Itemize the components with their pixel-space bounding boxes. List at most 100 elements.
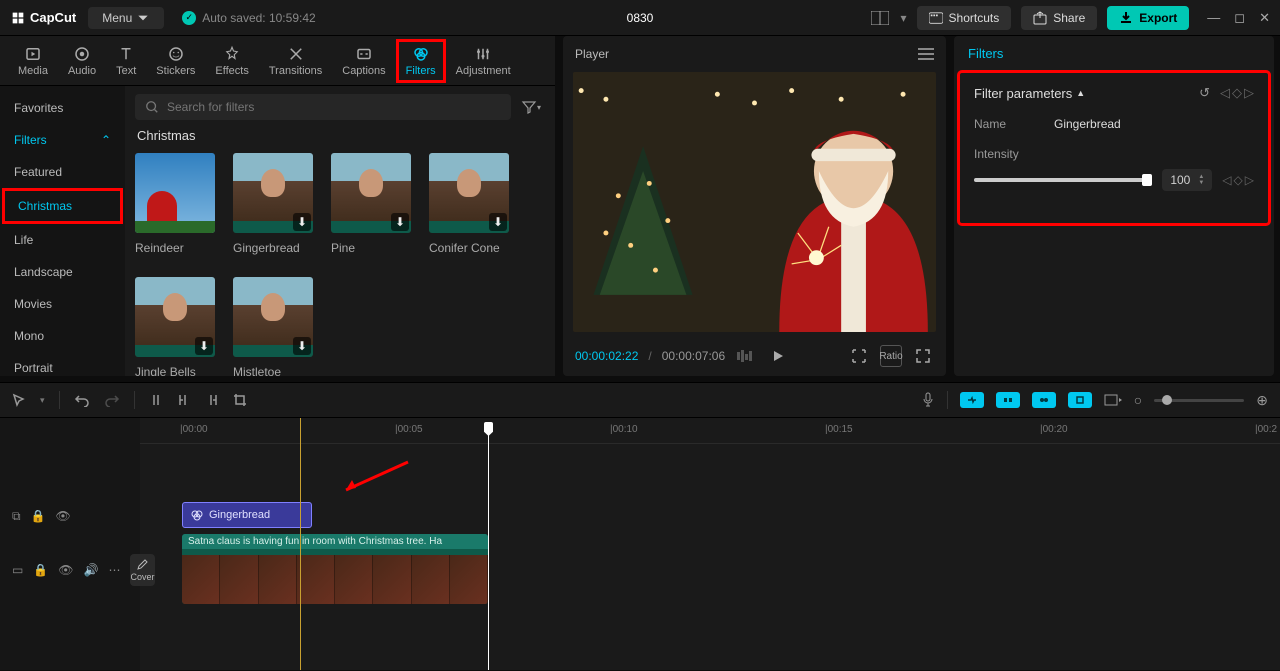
ratio-button[interactable]: Ratio: [880, 345, 902, 367]
tab-filters[interactable]: Filters: [396, 39, 446, 83]
share-button[interactable]: Share: [1021, 6, 1097, 30]
intensity-value[interactable]: 100 ▲▼: [1162, 169, 1212, 191]
snap-toggle-2[interactable]: [996, 392, 1020, 408]
sidebar-item-christmas[interactable]: Christmas: [4, 190, 121, 222]
export-button[interactable]: Export: [1107, 6, 1189, 30]
split-left-button[interactable]: [177, 393, 191, 407]
pointer-tool[interactable]: [12, 393, 26, 407]
bars-icon[interactable]: [735, 345, 757, 367]
menu-button[interactable]: Menu: [88, 7, 164, 29]
chevron-down-icon[interactable]: ▾: [901, 11, 907, 25]
minimize-button[interactable]: —: [1207, 10, 1220, 26]
more-icon[interactable]: ⋯: [108, 563, 120, 577]
tab-text[interactable]: Text: [106, 39, 146, 83]
sidebar-item-featured[interactable]: Featured: [0, 156, 125, 188]
link-icon[interactable]: ⧉: [12, 509, 21, 524]
split-right-button[interactable]: [205, 393, 219, 407]
sidebar-item-movies[interactable]: Movies: [0, 288, 125, 320]
filter-clip-icon: [191, 509, 203, 521]
filter-clip[interactable]: Gingerbread: [182, 502, 312, 528]
zoom-out-button[interactable]: ○: [1134, 392, 1142, 408]
tab-captions[interactable]: Captions: [332, 39, 395, 83]
filter-track-head: ⧉ 🔒 👁: [0, 500, 140, 532]
keyframe-nav[interactable]: ◁◇▷: [1220, 85, 1254, 101]
video-preview[interactable]: [573, 72, 936, 332]
chevron-up-icon: ⌃: [101, 133, 111, 147]
eye-icon[interactable]: 👁: [58, 563, 73, 577]
download-icon[interactable]: ⬇: [489, 213, 507, 231]
player-title: Player: [575, 47, 609, 61]
snap-toggle-4[interactable]: [1068, 392, 1092, 408]
intensity-label: Intensity: [974, 147, 1034, 161]
sidebar-filters-accordion[interactable]: Filters ⌃: [0, 124, 125, 156]
filter-thumb-jingle[interactable]: ⬇Jingle Bells: [135, 277, 215, 376]
maximize-button[interactable]: ◻: [1234, 10, 1245, 26]
chevron-down-icon[interactable]: ▾: [40, 395, 45, 406]
sidebar-item-landscape[interactable]: Landscape: [0, 256, 125, 288]
intensity-keyframe-nav[interactable]: ◁◇▷: [1222, 173, 1254, 187]
sidebar-item-life[interactable]: Life: [0, 224, 125, 256]
lock-icon[interactable]: 🔒: [33, 563, 48, 577]
zoom-in-button[interactable]: ⊕: [1256, 392, 1268, 409]
timeline-ruler[interactable]: |00:00 |00:05 |00:10 |00:15 |00:20 |00:2: [140, 418, 1280, 444]
download-icon[interactable]: ⬇: [391, 213, 409, 231]
timecode-current: 00:00:02:22: [575, 349, 638, 363]
search-input[interactable]: [135, 94, 511, 120]
mic-icon[interactable]: [921, 392, 935, 408]
lock-icon[interactable]: 🔒: [31, 509, 46, 523]
tab-media[interactable]: Media: [8, 39, 58, 83]
eye-icon[interactable]: 👁: [56, 509, 71, 523]
inspector-title: Filters: [954, 36, 1274, 71]
player-menu-icon[interactable]: [918, 48, 934, 60]
filter-thumb-conifer[interactable]: ⬇Conifer Cone: [429, 153, 509, 255]
app-logo: CapCut: [10, 10, 76, 26]
snap-toggle-3[interactable]: [1032, 392, 1056, 408]
sidebar-item-portrait[interactable]: Portrait: [0, 352, 125, 376]
annotation-arrow: [340, 460, 410, 496]
layout-icon[interactable]: [869, 7, 891, 29]
scan-icon[interactable]: [848, 345, 870, 367]
timeline-settings-icon[interactable]: [1104, 393, 1122, 407]
mute-icon[interactable]: ▭: [12, 563, 23, 577]
filter-thumb-mistletoe[interactable]: ⬇Mistletoe: [233, 277, 313, 376]
video-track[interactable]: Satna claus is having fun in room with C…: [140, 532, 1280, 608]
document-title[interactable]: 0830: [627, 11, 654, 25]
crop-button[interactable]: [233, 393, 247, 407]
filter-thumb-pine[interactable]: ⬇Pine: [331, 153, 411, 255]
play-button[interactable]: [767, 345, 789, 367]
name-value: Gingerbread: [1054, 117, 1121, 131]
reset-icon[interactable]: ↺: [1199, 85, 1210, 101]
filter-track[interactable]: Gingerbread: [140, 500, 1280, 532]
filter-parameters-header[interactable]: Filter parameters ▲: [974, 86, 1085, 101]
fullscreen-button[interactable]: [912, 345, 934, 367]
redo-button[interactable]: [104, 393, 120, 407]
sidebar-favorites[interactable]: Favorites: [0, 92, 125, 124]
zoom-slider[interactable]: [1154, 399, 1244, 402]
sidebar: Favorites Filters ⌃ Featured Christmas L…: [0, 86, 125, 376]
download-icon[interactable]: ⬇: [293, 213, 311, 231]
download-icon[interactable]: ⬇: [293, 337, 311, 355]
shortcuts-button[interactable]: Shortcuts: [917, 6, 1012, 30]
tab-adjustment[interactable]: Adjustment: [446, 39, 521, 83]
tab-stickers[interactable]: Stickers: [146, 39, 205, 83]
playhead[interactable]: [488, 424, 489, 670]
snap-toggle-1[interactable]: [960, 392, 984, 408]
intensity-slider[interactable]: [974, 178, 1152, 182]
category-title: Christmas: [137, 128, 545, 143]
undo-button[interactable]: [74, 393, 90, 407]
close-button[interactable]: ✕: [1259, 10, 1270, 26]
split-button[interactable]: [149, 393, 163, 407]
tool-tabs: Media Audio Text Stickers Effects Transi…: [0, 36, 555, 86]
speaker-icon[interactable]: 🔊: [84, 563, 99, 577]
video-clip[interactable]: Satna claus is having fun in room with C…: [182, 534, 488, 604]
sidebar-item-mono[interactable]: Mono: [0, 320, 125, 352]
sort-button[interactable]: ▾: [517, 94, 545, 120]
filter-thumb-gingerbread[interactable]: ⬇Gingerbread: [233, 153, 313, 255]
filter-thumb-reindeer[interactable]: Reindeer: [135, 153, 215, 255]
download-icon[interactable]: ⬇: [195, 337, 213, 355]
tab-effects[interactable]: Effects: [205, 39, 258, 83]
video-track-head: ▭ 🔒 👁 🔊 ⋯ Cover: [0, 532, 140, 608]
tab-transitions[interactable]: Transitions: [259, 39, 332, 83]
clip-thumbnails: [182, 555, 488, 604]
tab-audio[interactable]: Audio: [58, 39, 106, 83]
